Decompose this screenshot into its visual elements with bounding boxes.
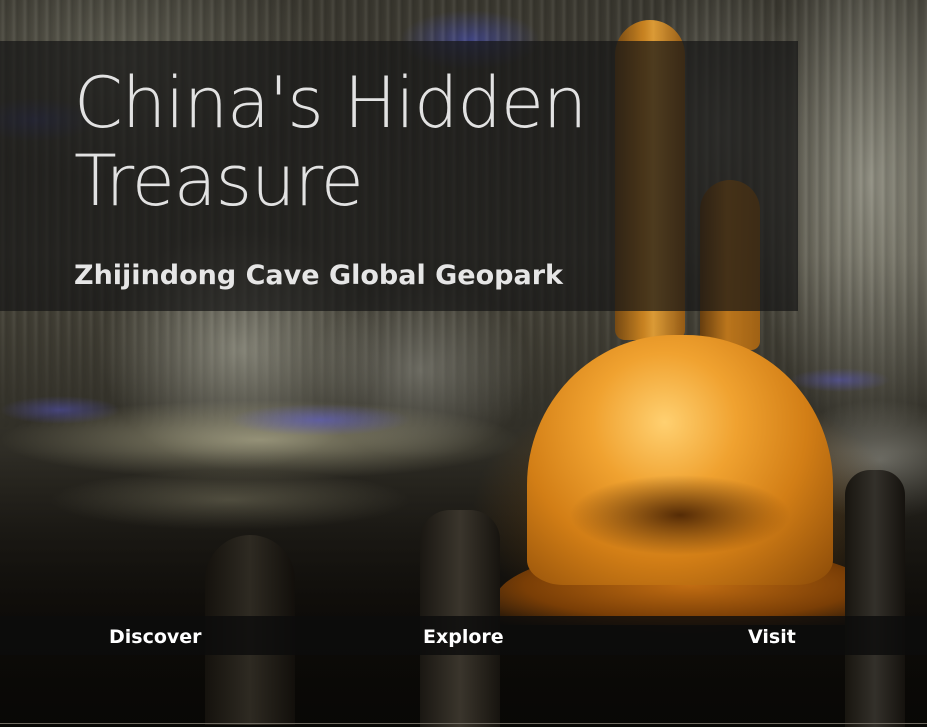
nav-link-visit[interactable]: Visit [748, 616, 796, 655]
nav-link-discover[interactable]: Discover [109, 616, 202, 655]
foreground-rock-right [845, 470, 905, 727]
nav-link-explore[interactable]: Explore [423, 616, 504, 655]
page-stage: China's Hidden Treasure Zhijindong Cave … [0, 0, 927, 727]
bottom-divider [0, 723, 927, 724]
page-subtitle: Zhijindong Cave Global Geopark [74, 260, 563, 291]
bottom-navigation: Discover Explore Visit [0, 616, 927, 655]
page-title: China's Hidden Treasure [74, 62, 587, 222]
